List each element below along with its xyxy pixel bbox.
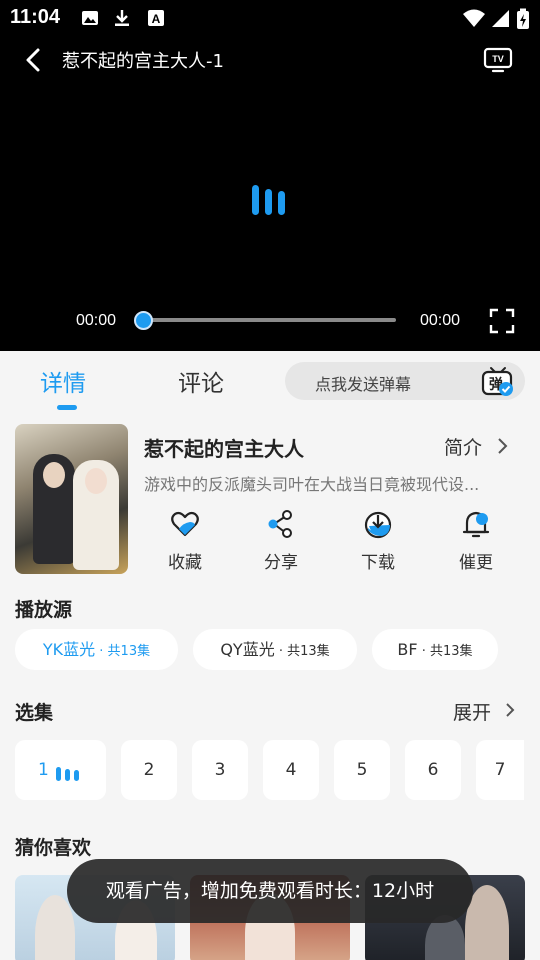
sources-title: 播放源 (15, 599, 73, 621)
heart-icon (171, 511, 199, 537)
episode-item[interactable]: 5 (334, 740, 390, 800)
battery-charging-icon (517, 8, 529, 29)
source-chip-yk[interactable]: YK蓝光 · 共13集 (15, 629, 178, 670)
source-count: · 共13集 (417, 644, 473, 659)
player-title-bar: 惹不起的宫主大人-1 TV (0, 36, 540, 82)
active-tab-indicator (57, 405, 77, 410)
download-button[interactable]: 下载 (343, 508, 413, 574)
source-chip-bf[interactable]: BF · 共13集 (372, 629, 498, 670)
image-icon (82, 11, 98, 25)
show-synopsis: 游戏中的反派魔头司叶在大战当日竟被现代设... (144, 475, 480, 494)
tab-comment[interactable]: 评论 (178, 364, 224, 398)
fullscreen-icon[interactable] (489, 308, 515, 334)
source-count: · 共13集 (95, 644, 151, 659)
episode-item[interactable]: 1 (15, 740, 106, 800)
bell-icon (462, 511, 490, 538)
show-poster[interactable] (15, 424, 128, 574)
signal-icon (492, 10, 509, 27)
source-count: · 共13集 (274, 644, 330, 659)
episode-item[interactable]: 6 (405, 740, 461, 800)
favorite-button[interactable]: 收藏 (150, 508, 220, 574)
episode-item[interactable]: 7 (476, 740, 524, 800)
download-label: 下载 (361, 553, 395, 573)
cast-tv-icon[interactable]: TV (482, 44, 514, 74)
danmu-toggle-icon[interactable]: 弹 (481, 365, 515, 397)
chevron-right-icon[interactable] (504, 702, 516, 718)
episode-item[interactable]: 3 (192, 740, 248, 800)
source-name: QY蓝光 (220, 640, 275, 659)
episode-item[interactable]: 4 (263, 740, 319, 800)
status-time: 11:04 (10, 6, 61, 28)
episode-item[interactable]: 2 (121, 740, 177, 800)
status-bar: 11:04 A (0, 0, 540, 36)
source-name: BF (397, 640, 418, 659)
seek-bar[interactable] (144, 318, 396, 322)
svg-text:A: A (152, 12, 161, 26)
download-icon (364, 511, 392, 539)
share-label: 分享 (264, 553, 298, 573)
current-time: 00:00 (76, 312, 117, 329)
font-a-icon: A (148, 10, 164, 26)
svg-text:TV: TV (492, 54, 504, 64)
remind-update-button[interactable]: 催更 (441, 508, 511, 574)
share-icon (268, 510, 292, 538)
remind-update-label: 催更 (459, 553, 493, 573)
loading-bars-icon (248, 183, 290, 215)
video-player[interactable]: 11:04 A 惹不起的宫主大人-1 TV 00:00 00:00 (0, 0, 540, 351)
expand-episodes-link[interactable]: 展开 (453, 698, 491, 725)
playing-bars-icon (56, 765, 82, 781)
chevron-right-icon[interactable] (495, 437, 509, 455)
intro-link[interactable]: 简介 (444, 433, 482, 460)
episode-number: 1 (38, 760, 49, 780)
video-title: 惹不起的宫主大人-1 (62, 51, 224, 72)
seek-thumb[interactable] (134, 311, 153, 330)
back-icon[interactable] (18, 44, 50, 76)
danmu-placeholder: 点我发送弹幕 (315, 375, 412, 394)
favorite-label: 收藏 (168, 553, 202, 573)
source-name: YK蓝光 (42, 640, 96, 659)
total-time: 00:00 (420, 312, 461, 329)
source-chip-qy[interactable]: QY蓝光 · 共13集 (193, 629, 357, 670)
episodes-title: 选集 (15, 702, 54, 724)
share-button[interactable]: 分享 (246, 508, 316, 574)
show-name: 惹不起的宫主大人 (144, 437, 304, 461)
recommend-title: 猜你喜欢 (15, 837, 92, 859)
download-icon (115, 10, 129, 26)
danmu-input[interactable]: 点我发送弹幕 弹 (285, 362, 525, 400)
ad-reward-toast: 观看广告，增加免费观看时长：12小时 (67, 859, 473, 923)
wifi-icon (463, 9, 485, 27)
tab-detail[interactable]: 详情 (40, 364, 86, 398)
